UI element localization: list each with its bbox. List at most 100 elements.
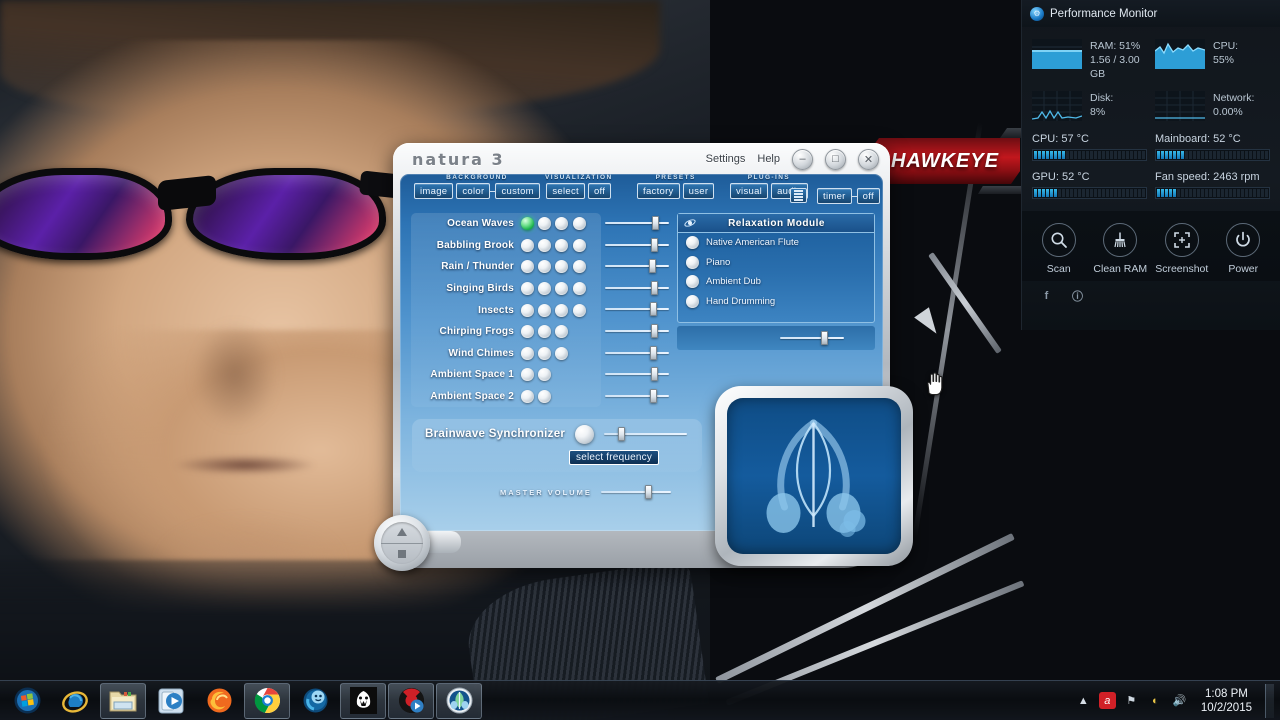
slider-thumb[interactable] <box>650 237 658 252</box>
slider-thumb[interactable] <box>650 367 658 382</box>
stop-button[interactable] <box>381 544 423 565</box>
slider-thumb[interactable] <box>644 485 652 499</box>
taskbar-app-blue-smiley[interactable] <box>292 683 338 719</box>
vis-select-button[interactable]: select <box>546 183 585 199</box>
sound-variant-button[interactable] <box>538 282 552 296</box>
sound-volume-slider[interactable] <box>605 216 669 230</box>
plugins-visual-button[interactable]: visual <box>730 183 769 199</box>
info-icon[interactable]: ⓘ <box>1069 287 1086 304</box>
sound-variant-button[interactable] <box>521 325 534 339</box>
volume-icon[interactable]: 🔊 <box>1171 692 1188 709</box>
bg-custom-button[interactable]: custom <box>495 183 540 199</box>
sound-variant-button[interactable] <box>555 346 569 360</box>
sound-variant-button[interactable] <box>538 325 552 339</box>
slider-thumb[interactable] <box>617 427 625 441</box>
power-knob[interactable] <box>575 424 595 444</box>
bg-color-button[interactable]: color <box>456 183 491 199</box>
taskbar-firefox[interactable] <box>196 683 242 719</box>
presets-factory-button[interactable]: factory <box>637 183 680 199</box>
presets-user-button[interactable]: user <box>682 183 715 199</box>
taskbar-app-red-black[interactable] <box>388 682 434 719</box>
relaxation-item[interactable]: Ambient Dub <box>678 272 874 292</box>
sound-variant-button[interactable] <box>538 303 552 317</box>
clock[interactable]: 1:08 PM 10/2/2015 <box>1195 687 1258 715</box>
taskbar-natura-3[interactable] <box>436 682 482 719</box>
sound-volume-slider[interactable] <box>605 388 669 403</box>
sound-variant-button[interactable] <box>555 217 569 231</box>
sound-variant-button[interactable] <box>555 238 569 252</box>
sound-variant-button[interactable] <box>538 238 552 252</box>
facebook-icon[interactable]: f <box>1038 287 1055 304</box>
sound-volume-slider[interactable] <box>605 345 669 360</box>
menu-settings[interactable]: Settings <box>706 153 746 165</box>
close-button[interactable]: ✕ <box>858 148 879 170</box>
sound-variant-button[interactable] <box>521 238 534 252</box>
vis-off-button[interactable]: off <box>587 183 612 199</box>
sound-variant-button[interactable] <box>521 390 534 404</box>
taskbar-foobar2000[interactable] <box>340 682 386 719</box>
sound-variant-button[interactable] <box>538 390 552 404</box>
show-hidden-icons[interactable]: ▲ <box>1075 692 1092 709</box>
sound-variant-button[interactable] <box>538 346 552 360</box>
perfmon-action-power[interactable]: Power <box>1215 223 1271 275</box>
sound-volume-slider[interactable] <box>605 324 669 338</box>
relaxation-volume-slider[interactable] <box>780 331 844 345</box>
sound-variant-button[interactable] <box>538 368 552 382</box>
sound-variant-button[interactable] <box>572 303 586 317</box>
taskbar-windows-explorer[interactable] <box>100 682 146 719</box>
timer-off-button[interactable]: off <box>856 188 880 204</box>
menu-help[interactable]: Help <box>757 153 780 165</box>
sound-volume-slider[interactable] <box>605 367 669 382</box>
relaxation-radio[interactable] <box>686 236 699 250</box>
sound-variant-button[interactable] <box>555 325 569 339</box>
sound-volume-slider[interactable] <box>605 302 669 317</box>
perfmon-action-scan[interactable]: Scan <box>1031 223 1087 275</box>
slider-thumb[interactable] <box>650 302 658 317</box>
sound-variant-button[interactable] <box>538 260 552 274</box>
sound-variant-button[interactable] <box>572 282 586 296</box>
slider-thumb[interactable] <box>650 324 658 338</box>
play-button[interactable] <box>381 522 423 544</box>
antivirus-icon[interactable]: a <box>1098 692 1116 709</box>
relaxation-item[interactable]: Piano <box>678 253 874 273</box>
taskbar-windows-media-player[interactable] <box>148 683 194 719</box>
slider-thumb[interactable] <box>651 216 659 230</box>
slider-thumb[interactable] <box>650 345 658 360</box>
relaxation-radio[interactable] <box>686 255 699 269</box>
slider-thumb[interactable] <box>649 259 657 274</box>
sound-variant-button[interactable] <box>521 260 534 274</box>
timer-button[interactable]: timer <box>817 188 852 204</box>
sound-variant-button[interactable] <box>572 260 586 274</box>
sound-variant-button[interactable] <box>555 282 569 296</box>
slider-thumb[interactable] <box>650 388 658 403</box>
relaxation-item[interactable]: Hand Drumming <box>678 292 874 312</box>
sound-volume-slider[interactable] <box>605 280 669 295</box>
minimize-button[interactable]: – <box>792 148 813 170</box>
relaxation-radio[interactable] <box>686 275 699 289</box>
select-frequency-button[interactable]: select frequency <box>569 450 660 465</box>
brainwave-slider[interactable] <box>604 427 688 441</box>
bg-image-button[interactable]: image <box>414 183 454 199</box>
hamburger-icon[interactable] <box>790 188 807 203</box>
sound-variant-button[interactable] <box>521 346 534 360</box>
sound-variant-button[interactable] <box>572 238 586 252</box>
taskbar-google-chrome[interactable] <box>244 682 290 719</box>
taskbar-start-button[interactable] <box>4 683 50 719</box>
sound-variant-button[interactable] <box>521 303 534 317</box>
perfmon-action-clean-ram[interactable]: Clean RAM <box>1092 223 1148 275</box>
maximize-button[interactable]: □ <box>825 148 846 170</box>
sound-variant-button[interactable] <box>555 303 569 317</box>
sound-variant-button-active[interactable] <box>521 217 534 231</box>
slider-thumb[interactable] <box>651 280 659 295</box>
relaxation-item[interactable]: Native American Flute <box>678 233 874 253</box>
slider-thumb[interactable] <box>821 331 829 345</box>
taskbar-internet-explorer[interactable] <box>52 683 98 719</box>
master-volume-slider[interactable] <box>600 485 671 499</box>
sound-volume-slider[interactable] <box>605 259 669 274</box>
sound-variant-button[interactable] <box>521 368 534 382</box>
network-icon[interactable]: ◐ <box>1147 692 1164 709</box>
sound-variant-button[interactable] <box>555 260 569 274</box>
window-titlebar[interactable]: natura 3 Settings Help – □ ✕ <box>393 143 890 175</box>
sound-variant-button[interactable] <box>521 282 534 296</box>
relaxation-radio[interactable] <box>686 294 699 308</box>
